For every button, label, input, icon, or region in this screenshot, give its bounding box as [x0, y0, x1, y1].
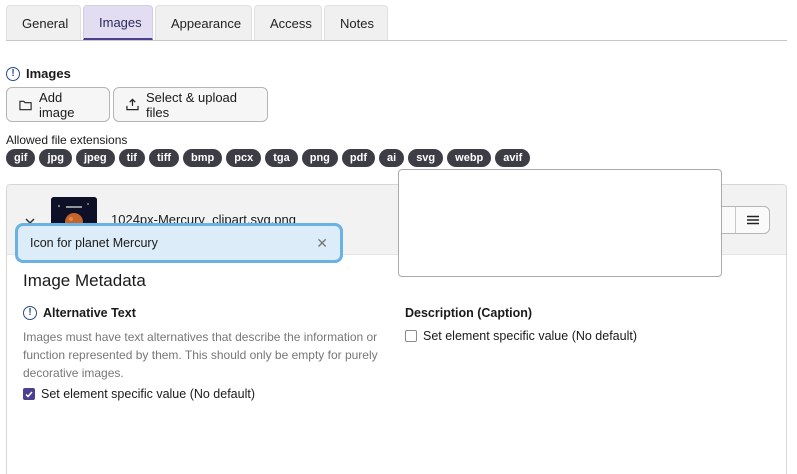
clear-icon[interactable]: ✕: [316, 235, 328, 252]
image-metadata-panel: Image Metadata ! Alternative Text Images…: [7, 255, 786, 474]
description-checkbox-label: Set element specific value (No default): [423, 329, 637, 343]
extension-badge: svg: [408, 149, 444, 167]
tab-appearance[interactable]: Appearance: [155, 5, 252, 40]
info-icon: !: [23, 306, 37, 320]
description-label: Description (Caption): [405, 306, 533, 320]
extensions-list: gif jpg jpeg tif tiff bmp pcx tga png pd…: [6, 149, 531, 167]
alt-text-override-checkbox[interactable]: Set element specific value (No default): [23, 387, 255, 401]
extension-badge: gif: [6, 149, 36, 167]
allowed-extensions-label: Allowed file extensions: [6, 133, 128, 147]
description-textarea[interactable]: [398, 169, 722, 277]
image-metadata-title: Image Metadata: [23, 271, 146, 290]
alt-text-label-text: Alternative Text: [43, 306, 136, 320]
upload-files-label: Select & upload files: [145, 89, 238, 120]
alt-text-input[interactable]: Icon for planet Mercury ✕: [15, 223, 343, 263]
extension-badge: jpeg: [75, 149, 115, 167]
menu-icon: [746, 215, 759, 225]
extension-badge: pcx: [226, 149, 262, 167]
extension-badge: bmp: [183, 149, 223, 167]
add-image-label: Add image: [39, 89, 75, 120]
upload-files-button[interactable]: Select & upload files: [113, 87, 268, 122]
alt-text-label: ! Alternative Text: [23, 306, 136, 320]
extension-badge: ai: [379, 149, 405, 167]
tab-access[interactable]: Access: [254, 5, 322, 40]
upload-icon: [126, 98, 139, 111]
description-override-checkbox[interactable]: Set element specific value (No default): [405, 329, 637, 343]
tab-bar: General Images Appearance Access Notes: [6, 5, 787, 41]
extension-badge: avif: [495, 149, 531, 167]
tab-notes[interactable]: Notes: [324, 5, 388, 40]
section-title-text: Images: [26, 66, 71, 81]
images-section-title: ! Images: [6, 66, 71, 81]
info-icon: !: [6, 66, 20, 81]
checkbox-unchecked-icon[interactable]: [405, 330, 417, 342]
extension-badge: tiff: [148, 149, 180, 167]
extension-badge: webp: [447, 149, 492, 167]
add-image-button[interactable]: Add image: [6, 87, 110, 122]
alt-text-value[interactable]: Icon for planet Mercury: [30, 236, 316, 250]
folder-icon: [19, 100, 32, 110]
extension-badge: pdf: [341, 149, 375, 167]
extension-badge: tif: [118, 149, 145, 167]
alt-text-help: Images must have text alternatives that …: [23, 330, 378, 380]
extension-badge: tga: [265, 149, 298, 167]
extension-badge: png: [301, 149, 338, 167]
tab-images[interactable]: Images: [83, 5, 153, 40]
extension-badge: jpg: [39, 149, 72, 167]
checkbox-checked-icon[interactable]: [23, 388, 35, 400]
alt-text-checkbox-label: Set element specific value (No default): [41, 387, 255, 401]
drag-handle-button[interactable]: [736, 207, 769, 233]
tab-general[interactable]: General: [6, 5, 81, 40]
